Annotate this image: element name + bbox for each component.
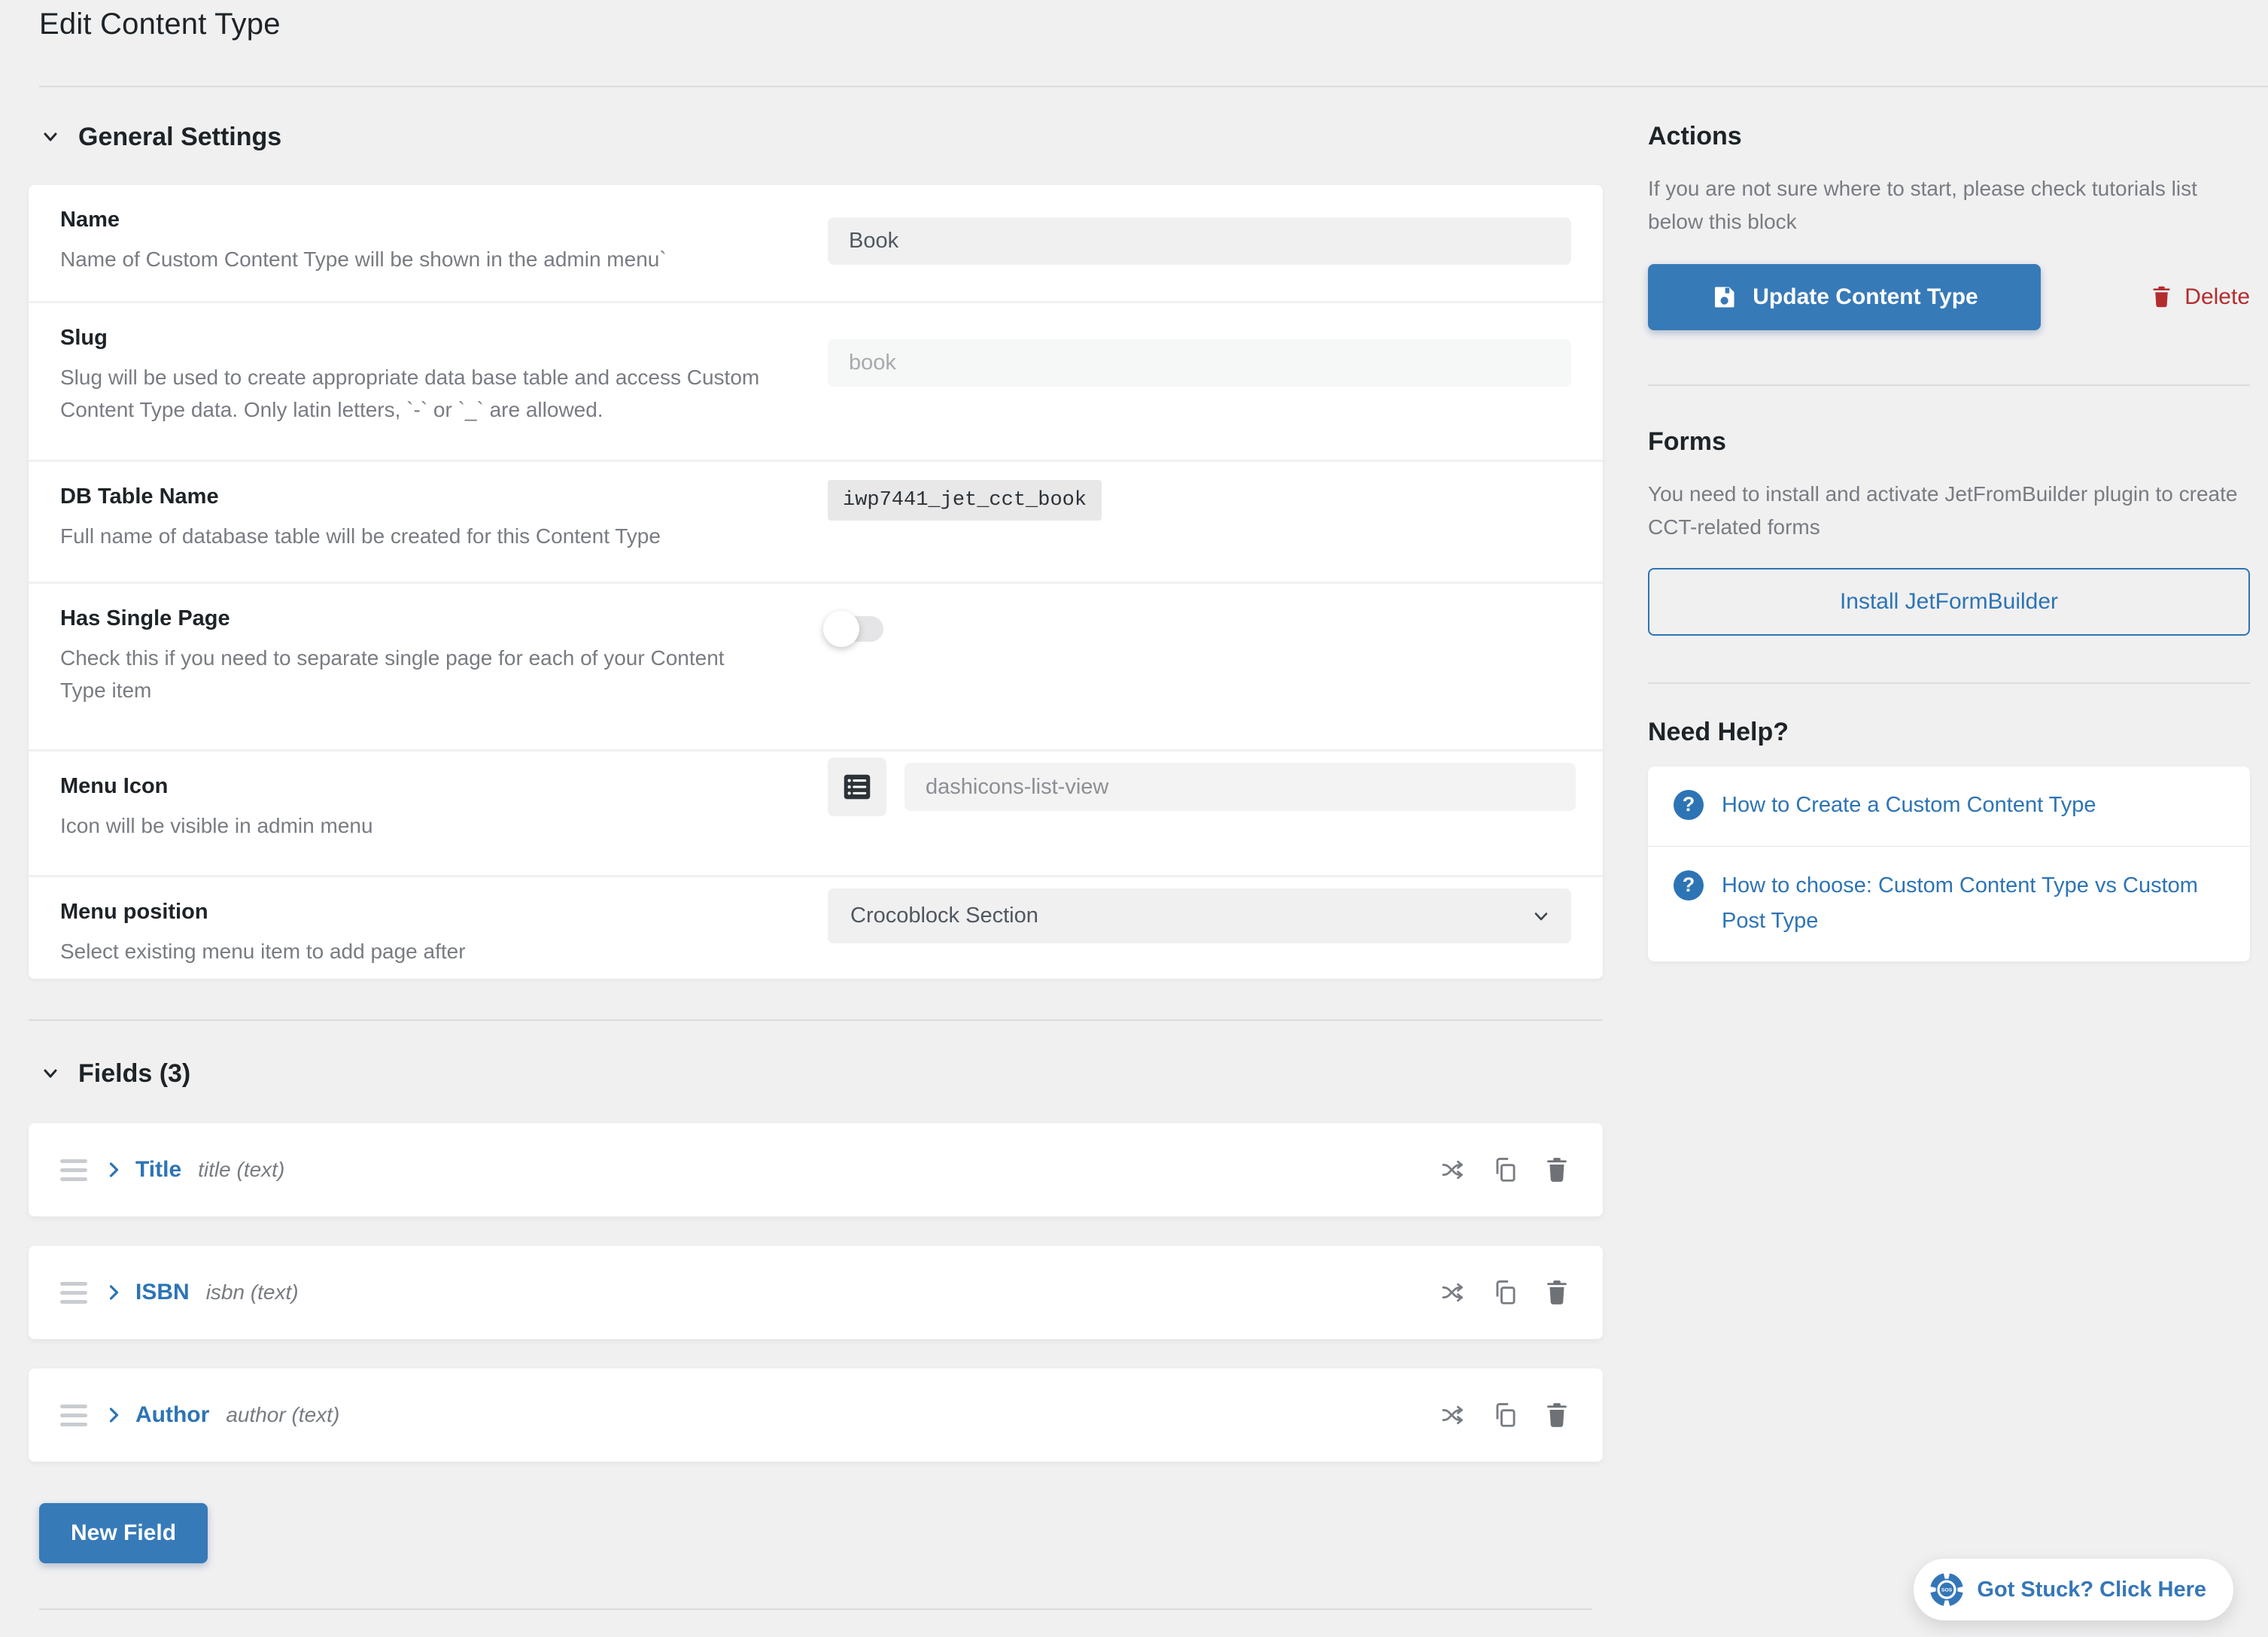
field-meta: title (text) <box>198 1158 284 1182</box>
help-link-label: How to Create a Custom Content Type <box>1722 788 2096 823</box>
field-name[interactable]: Title <box>135 1157 181 1183</box>
trash-icon[interactable] <box>1543 1156 1571 1184</box>
update-button-label: Update Content Type <box>1753 284 1978 310</box>
sidebar: Actions If you are not sure where to sta… <box>1648 113 2250 961</box>
shuffle-icon[interactable] <box>1440 1401 1469 1429</box>
copy-icon[interactable] <box>1491 1156 1520 1184</box>
save-icon <box>1710 284 1737 311</box>
bottom-divider <box>39 1608 1592 1610</box>
chevron-right-icon[interactable] <box>104 1283 123 1302</box>
section-toggle-general-settings[interactable]: General Settings <box>39 122 1603 152</box>
actions-row: Update Content Type Delete <box>1648 264 2250 330</box>
field-meta: author (text) <box>226 1403 339 1427</box>
menu-position-description: Select existing menu item to add page af… <box>60 935 771 967</box>
chevron-down-icon <box>1531 906 1552 927</box>
need-help-heading: Need Help? <box>1648 718 2250 747</box>
update-content-type-button[interactable]: Update Content Type <box>1648 264 2041 330</box>
db-table-description: Full name of database table will be crea… <box>60 520 771 552</box>
actions-heading: Actions <box>1648 122 2250 151</box>
field-name[interactable]: Author <box>135 1402 209 1428</box>
name-label: Name <box>60 208 828 232</box>
sos-label: SOS <box>1941 1588 1953 1593</box>
setting-row-menu-icon: Menu Icon Icon will be visible in admin … <box>29 749 1603 875</box>
trash-icon[interactable] <box>1543 1401 1571 1429</box>
section-title-general: General Settings <box>78 123 281 152</box>
setting-row-name: Name Name of Custom Content Type will be… <box>29 185 1603 301</box>
trash-icon[interactable] <box>1543 1278 1571 1307</box>
toggle-knob <box>823 611 859 647</box>
drag-handle-icon[interactable] <box>60 1405 87 1426</box>
menu-position-label: Menu position <box>60 900 828 925</box>
setting-row-slug: Slug Slug will be used to create appropr… <box>29 301 1603 460</box>
has-single-page-label: Has Single Page <box>60 606 828 631</box>
slug-label: Slug <box>60 326 828 351</box>
header-divider <box>39 86 2268 87</box>
install-jetformbuilder-button[interactable]: Install JetFormBuilder <box>1648 568 2250 636</box>
menu-position-selected-value: Crocoblock Section <box>850 904 1038 928</box>
sidebar-divider <box>1648 682 2250 684</box>
sidebar-divider <box>1648 384 2250 386</box>
has-single-page-description: Check this if you need to separate singl… <box>60 642 771 707</box>
slug-description: Slug will be used to create appropriate … <box>60 361 771 427</box>
name-description: Name of Custom Content Type will be show… <box>60 243 771 275</box>
setting-row-db-table: DB Table Name Full name of database tabl… <box>29 460 1603 582</box>
drag-handle-icon[interactable] <box>60 1282 87 1304</box>
menu-icon-label: Menu Icon <box>60 774 828 799</box>
general-settings-card: Name Name of Custom Content Type will be… <box>29 185 1603 979</box>
lifebuoy-icon: SOS <box>1929 1572 1965 1608</box>
db-table-label: DB Table Name <box>60 484 828 509</box>
setting-row-menu-position: Menu position Select existing menu item … <box>29 875 1603 979</box>
has-single-page-toggle[interactable] <box>828 616 883 642</box>
forms-heading: Forms <box>1648 427 2250 457</box>
shuffle-icon[interactable] <box>1440 1156 1469 1184</box>
actions-description: If you are not sure where to start, plea… <box>1648 172 2250 238</box>
name-input[interactable] <box>828 217 1571 265</box>
help-link-create-cct[interactable]: ? How to Create a Custom Content Type <box>1648 767 2250 846</box>
main-column: General Settings Name Name of Custom Con… <box>29 113 1603 1610</box>
list-view-icon <box>840 770 874 804</box>
delete-button-label: Delete <box>2184 284 2250 310</box>
field-card-title: Title title (text) <box>29 1123 1603 1216</box>
copy-icon[interactable] <box>1491 1278 1520 1307</box>
chevron-down-icon <box>39 126 62 148</box>
menu-position-select[interactable]: Crocoblock Section <box>828 888 1571 943</box>
db-table-name-value: iwp7441_jet_cct_book <box>828 480 1102 521</box>
chevron-right-icon[interactable] <box>104 1405 123 1425</box>
copy-icon[interactable] <box>1491 1401 1520 1429</box>
menu-icon-description: Icon will be visible in admin menu <box>60 809 771 842</box>
question-mark-icon: ? <box>1674 870 1704 901</box>
delete-button[interactable]: Delete <box>2149 284 2250 310</box>
field-meta: isbn (text) <box>206 1280 299 1304</box>
menu-icon-input[interactable] <box>904 763 1576 811</box>
field-card-isbn: ISBN isbn (text) <box>29 1246 1603 1339</box>
field-name[interactable]: ISBN <box>135 1280 190 1305</box>
section-divider <box>29 1019 1603 1021</box>
question-mark-icon: ? <box>1674 790 1704 820</box>
forms-description: You need to install and activate JetFrom… <box>1648 478 2250 544</box>
setting-row-has-single-page: Has Single Page Check this if you need t… <box>29 582 1603 749</box>
trash-icon <box>2149 284 2174 309</box>
help-link-label: How to choose: Custom Content Type vs Cu… <box>1722 868 2218 939</box>
help-link-cct-vs-cpt[interactable]: ? How to choose: Custom Content Type vs … <box>1648 846 2250 961</box>
section-title-fields: Fields (3) <box>78 1059 190 1089</box>
new-field-button[interactable]: New Field <box>39 1503 208 1563</box>
shuffle-icon[interactable] <box>1440 1278 1469 1307</box>
menu-icon-preview-button[interactable] <box>828 758 886 816</box>
got-stuck-button[interactable]: SOS Got Stuck? Click Here <box>1914 1559 2233 1620</box>
slug-input[interactable] <box>828 339 1571 387</box>
field-card-author: Author author (text) <box>29 1368 1603 1462</box>
got-stuck-label: Got Stuck? Click Here <box>1977 1578 2206 1602</box>
section-toggle-fields[interactable]: Fields (3) <box>39 1058 1603 1089</box>
page-title: Edit Content Type <box>39 8 281 41</box>
drag-handle-icon[interactable] <box>60 1159 87 1181</box>
chevron-right-icon[interactable] <box>104 1160 123 1180</box>
help-links-card: ? How to Create a Custom Content Type ? … <box>1648 767 2250 961</box>
chevron-down-icon <box>39 1062 62 1085</box>
